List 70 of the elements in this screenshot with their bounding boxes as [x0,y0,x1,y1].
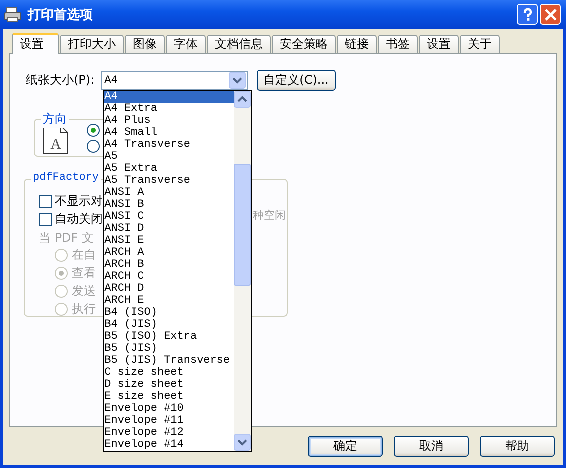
list-option[interactable]: B5 (JIS) [104,343,234,355]
list-option[interactable]: E size sheet [104,391,234,403]
list-option[interactable]: Envelope #12 [104,427,234,439]
list-option[interactable]: A5 [104,151,234,163]
list-option[interactable]: A4 [104,91,234,103]
custom-button[interactable]: 自定义(C)... [256,70,336,91]
close-icon [544,8,558,22]
tab[interactable]: 文档信息 [207,35,271,53]
option-label: 种空闲 [253,208,286,223]
radio-label: 在自 [72,246,96,264]
tab[interactable]: 设置 [419,35,459,53]
help-button[interactable] [517,4,538,25]
list-option[interactable]: ANSI E [104,235,234,247]
tab[interactable]: 关于 [460,35,500,53]
list-option[interactable]: ARCH E [104,295,234,307]
list-option[interactable]: Envelope #14 [104,439,234,451]
scroll-up-icon[interactable] [234,91,251,108]
dialog-button[interactable]: 取消 [394,436,469,457]
list-option[interactable]: ANSI B [104,199,234,211]
list-option[interactable]: ANSI A [104,187,234,199]
paper-size-label: 纸张大小(P): [26,72,95,89]
tab[interactable]: 书签 [378,35,418,53]
window-title: 打印首选项 [28,6,93,24]
list-option[interactable]: ARCH D [104,283,234,295]
tab[interactable]: 字体 [166,35,206,53]
list-option[interactable]: ARCH A [104,247,234,259]
group-legend: 方向 [41,111,69,128]
checkbox[interactable] [39,212,52,226]
list-option[interactable]: A4 Small [104,127,234,139]
tab[interactable]: 链接 [337,35,377,53]
tab[interactable]: 打印大小 [60,35,124,53]
scrollbar[interactable] [234,91,251,451]
tab[interactable]: 安全策略 [272,35,336,53]
list-option[interactable]: ARCH C [104,271,234,283]
radio-label: 查看 [72,264,96,282]
checkbox-label: 不显示对 [55,192,103,210]
checkbox[interactable] [39,194,52,208]
radio-label: 执行 [72,300,96,318]
dialog-button[interactable]: 确定 [308,436,383,457]
tab[interactable]: 设置 [12,33,59,54]
list-option[interactable]: A5 Extra [104,163,234,175]
list-option[interactable]: A4 Plus [104,115,234,127]
list-option[interactable]: ANSI D [104,223,234,235]
group-caption: 当 PDF 文 [39,230,94,246]
list-option[interactable]: D size sheet [104,379,234,391]
list-option[interactable]: A4 Extra [104,103,234,115]
list-option[interactable]: ARCH B [104,259,234,271]
group-legend: pdfFactory [31,172,102,184]
radio-label: 发送 [72,282,96,300]
list-option[interactable]: B5 (JIS) Transverse [104,355,234,367]
printer-icon [4,6,22,22]
list-option[interactable]: Envelope #10 [104,403,234,415]
list-option[interactable]: A4 Transverse [104,139,234,151]
dialog-button[interactable]: 帮助 [480,436,555,457]
radio-button[interactable] [87,124,100,136]
list-option[interactable]: ANSI C [104,211,234,223]
page-letter: A [50,137,62,153]
list-option[interactable]: B5 (ISO) Extra [104,331,234,343]
list-option[interactable]: A5 Transverse [104,175,234,187]
radio-button[interactable] [87,140,100,152]
list-option[interactable]: B4 (ISO) [104,307,234,319]
list-option[interactable]: C size sheet [104,367,234,379]
list-option[interactable]: B4 (JIS) [104,319,234,331]
paper-size-dropdown[interactable]: A4 [100,71,248,90]
scroll-down-icon[interactable] [234,434,251,451]
close-button[interactable] [540,4,561,25]
scroll-thumb[interactable] [234,164,251,286]
list-option[interactable]: Envelope #11 [104,415,234,427]
checkbox-label: 自动关闭 [55,210,103,228]
tab[interactable]: 图像 [125,35,165,53]
